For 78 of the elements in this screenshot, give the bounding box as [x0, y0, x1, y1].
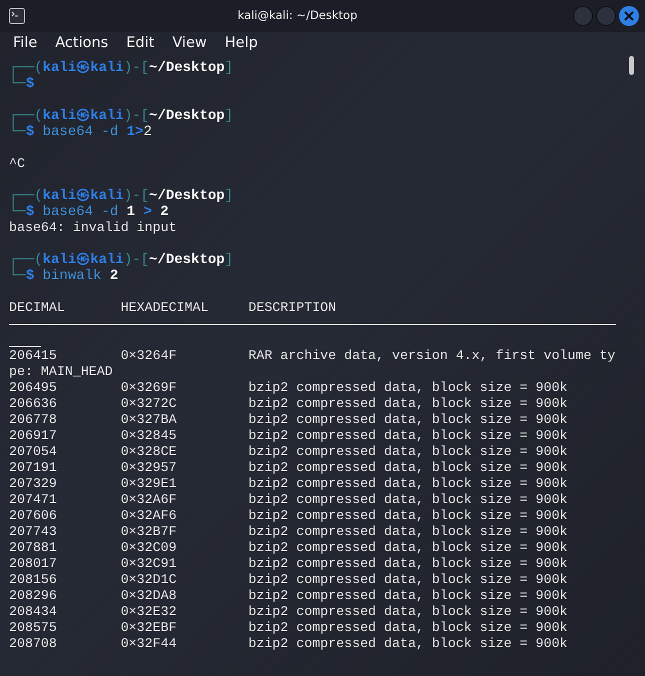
output-text: pe: MAIN_HEAD	[9, 364, 113, 379]
table-cell-text: 0×32845	[120, 428, 178, 444]
table-cell: bzip2 compressed data, block size = 900k	[248, 508, 568, 523]
table-cell-text: 0×32957	[120, 460, 178, 476]
table-cell: bzip2 compressed data, block size = 900k	[248, 556, 568, 571]
scrollbar-thumb[interactable]	[629, 56, 634, 75]
table-cell: bzip2 compressed data, block size = 900k	[248, 540, 568, 555]
output-text: base64: invalid input	[9, 220, 177, 235]
table-cell-text: 0×32D1C	[120, 572, 178, 588]
output-text: ^C	[9, 156, 25, 171]
table-cell-text: 208575	[9, 620, 58, 636]
table-cell-text: 208434	[9, 604, 58, 620]
menu-item[interactable]: Edit	[117, 33, 164, 55]
table-cell-text: 206636	[9, 396, 58, 412]
table-cell-text: 0×3269F	[120, 380, 178, 396]
table-cell: bzip2 compressed data, block size = 900k	[248, 396, 568, 411]
table-cell-text: 0×3264F	[120, 348, 178, 364]
table-cell-text: 0×32B7F	[120, 524, 178, 540]
column-header: HEXADECIMAL	[120, 300, 210, 316]
prompt-text: ┌──(kali㉿kali)-[~/Desktop]	[9, 188, 234, 204]
table-cell-text: 0×3272C	[120, 396, 178, 412]
prompt-text: ┌──(kali㉿kali)-[~/Desktop]	[9, 252, 234, 268]
window-title: kali@kali: ~/Desktop	[236, 7, 358, 24]
close-button[interactable]	[619, 6, 639, 26]
table-cell-text: 207329	[9, 476, 58, 492]
menu-item[interactable]: Actions	[46, 33, 118, 55]
table-cell-text: 207054	[9, 444, 58, 460]
table-cell: bzip2 compressed data, block size = 900k	[248, 476, 568, 491]
prompt-text: ┌──(kali㉿kali)-[~/Desktop]	[9, 108, 234, 124]
table-cell-text: 207191	[9, 460, 58, 476]
menu-item[interactable]: Help	[216, 33, 267, 55]
table-cell: bzip2 compressed data, block size = 900k	[248, 460, 568, 475]
table-cell-text: 206778	[9, 412, 58, 428]
table-cell-text: 208296	[9, 588, 58, 604]
table-cell-text: 0×329E1	[120, 476, 178, 492]
close-icon	[624, 11, 634, 21]
table-cell-text: 0×32AF6	[120, 508, 178, 524]
column-header: DECIMAL	[9, 300, 66, 316]
table-cell-text: 0×32E32	[120, 604, 178, 620]
table-cell-text: 206495	[9, 380, 58, 396]
table-cell: bzip2 compressed data, block size = 900k	[248, 444, 568, 459]
table-cell-text: 206415	[9, 348, 58, 364]
menu-item[interactable]: File	[4, 33, 46, 55]
table-cell-text: 207606	[9, 508, 58, 524]
table-cell: bzip2 compressed data, block size = 900k	[248, 572, 568, 587]
command-text: └─$	[9, 76, 34, 92]
table-cell-text: 0×32C09	[120, 540, 178, 556]
table-cell-text: 208708	[9, 636, 58, 652]
table-cell-text: 0×32A6F	[120, 492, 178, 508]
command-text: └─$ base64 -d 1>2	[9, 124, 152, 140]
table-cell-text: 207471	[9, 492, 58, 508]
table-cell-text: 0×32EBF	[120, 620, 178, 636]
command-text: └─$ base64 -d 1 > 2	[9, 204, 169, 220]
table-cell: bzip2 compressed data, block size = 900k	[248, 492, 568, 507]
table-cell: bzip2 compressed data, block size = 900k	[248, 428, 568, 443]
table-cell-text: 207881	[9, 540, 58, 556]
table-cell-text: 0×328CE	[120, 444, 178, 460]
table-cell: bzip2 compressed data, block size = 900k	[248, 524, 568, 539]
table-cell-text: 0×32DA8	[120, 588, 178, 604]
table-cell-text: 206917	[9, 428, 58, 444]
table-cell: RAR archive data, version 4.x, first volume ty	[248, 348, 616, 363]
table-cell: bzip2 compressed data, block size = 900k	[248, 636, 568, 651]
command-text: └─$ binwalk 2	[9, 268, 118, 284]
table-cell-text: 208017	[9, 556, 58, 572]
table-cell: bzip2 compressed data, block size = 900k	[248, 588, 568, 603]
table-cell-text: 0×32C91	[120, 556, 178, 572]
table-cell: bzip2 compressed data, block size = 900k	[248, 380, 568, 395]
table-cell: bzip2 compressed data, block size = 900k	[248, 412, 568, 427]
prompt-text: ┌──(kali㉿kali)-[~/Desktop]	[9, 60, 234, 76]
menu-item[interactable]: View	[163, 33, 216, 55]
table-cell: bzip2 compressed data, block size = 900k	[248, 620, 568, 635]
table-cell-text: 208156	[9, 572, 58, 588]
table-cell-text: 0×327BA	[120, 412, 178, 428]
table-cell-text: 0×32F44	[120, 636, 178, 652]
column-header: DESCRIPTION	[248, 300, 336, 315]
table-cell-text: 207743	[9, 524, 58, 540]
terminal-icon	[9, 8, 25, 24]
table-cell: bzip2 compressed data, block size = 900k	[248, 604, 568, 619]
